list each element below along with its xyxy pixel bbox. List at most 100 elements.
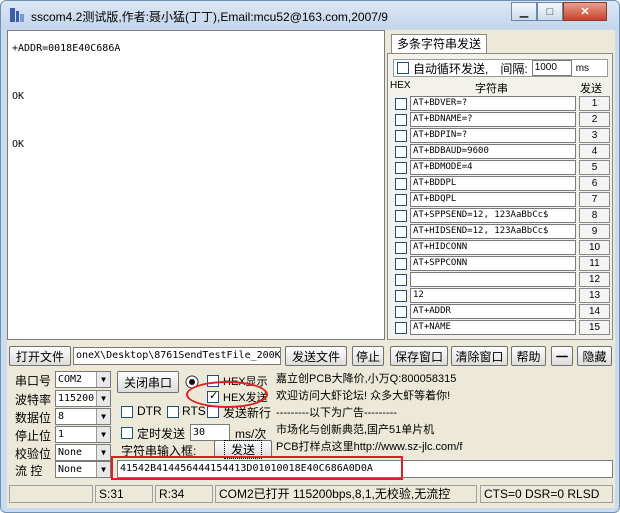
timed-send-checkbox[interactable] bbox=[121, 427, 133, 439]
title-bar[interactable]: sscom4.2测试版,作者:聂小猛(丁丁),Email:mcu52@163.c… bbox=[1, 1, 619, 29]
row-command-input[interactable]: AT+BDBAUD=9600 bbox=[410, 144, 576, 159]
multi-string-row: 12 bbox=[390, 272, 612, 288]
row-hex-checkbox[interactable] bbox=[395, 322, 407, 334]
row-hex-checkbox[interactable] bbox=[395, 274, 407, 286]
status-bar: S:31 R:34 COM2已打开 115200bps,8,1,无校验,无流控 … bbox=[7, 485, 615, 505]
row-send-button[interactable]: 12 bbox=[579, 272, 610, 287]
row-hex-checkbox[interactable] bbox=[395, 242, 407, 254]
data-bits-select[interactable]: 8 ▼ bbox=[55, 408, 111, 425]
send-file-button[interactable]: 发送文件 bbox=[285, 346, 347, 366]
parity-label: 校验位 bbox=[15, 447, 52, 461]
tab-multi-string[interactable]: 多条字符串发送 bbox=[391, 34, 488, 54]
promo-line[interactable]: 欢迎访问大虾论坛! 众多大虾等着你! bbox=[276, 388, 606, 405]
row-hex-checkbox[interactable] bbox=[395, 114, 407, 126]
row-hex-checkbox[interactable] bbox=[395, 146, 407, 158]
maximize-button[interactable]: □ bbox=[537, 2, 563, 21]
row-hex-checkbox[interactable] bbox=[395, 98, 407, 110]
row-command-input[interactable]: AT+SPPCONN bbox=[410, 256, 576, 271]
clear-window-button[interactable]: 清除窗口 bbox=[451, 346, 508, 366]
stop-bits-value: 1 bbox=[58, 429, 65, 440]
multi-string-row: AT+BDNAME=? 2 bbox=[390, 112, 612, 128]
help-button[interactable]: 帮助 bbox=[511, 346, 546, 366]
row-send-button[interactable]: 8 bbox=[579, 208, 610, 223]
port-select[interactable]: COM2 ▼ bbox=[55, 371, 111, 388]
row-hex-checkbox[interactable] bbox=[395, 306, 407, 318]
row-command-input[interactable]: AT+NAME bbox=[410, 320, 576, 335]
multi-string-row: AT+SPPSEND=12, 123AaBbCc$ 8 bbox=[390, 208, 612, 224]
parity-select[interactable]: None ▼ bbox=[55, 444, 111, 461]
row-send-button[interactable]: 3 bbox=[579, 128, 610, 143]
row-send-button[interactable]: 7 bbox=[579, 192, 610, 207]
close-port-button[interactable]: 关闭串口 bbox=[117, 371, 179, 393]
close-button[interactable]: ✕ bbox=[563, 2, 607, 21]
send-newline-checkbox[interactable] bbox=[207, 406, 219, 418]
hide-button[interactable]: 隐藏 bbox=[577, 346, 612, 366]
data-bits-value: 8 bbox=[58, 411, 65, 422]
row-hex-checkbox[interactable] bbox=[395, 258, 407, 270]
row-command-input[interactable]: AT+SPPSEND=12, 123AaBbCc$ bbox=[410, 208, 576, 223]
interval-input[interactable]: 1000 bbox=[531, 60, 572, 76]
row-hex-checkbox[interactable] bbox=[395, 130, 407, 142]
row-hex-checkbox[interactable] bbox=[395, 194, 407, 206]
row-hex-checkbox[interactable] bbox=[395, 226, 407, 238]
stop-button[interactable]: 停止 bbox=[352, 346, 384, 366]
row-send-button[interactable]: 9 bbox=[579, 224, 610, 239]
minimize-button[interactable]: ▁ bbox=[511, 2, 537, 21]
row-send-button[interactable]: 2 bbox=[579, 112, 610, 127]
row-hex-checkbox[interactable] bbox=[395, 210, 407, 222]
receive-line: +ADDR=0018E40C686A bbox=[12, 43, 121, 54]
promo-line[interactable]: 市场化与创新典范,国产51单片机 bbox=[276, 422, 606, 439]
row-command-input[interactable]: AT+BDVER=? bbox=[410, 96, 576, 111]
row-send-button[interactable]: 6 bbox=[579, 176, 610, 191]
collapse-button[interactable]: 一 bbox=[551, 346, 573, 366]
interval-label: 间隔: bbox=[500, 61, 528, 76]
col-string-header: 字符串 bbox=[475, 83, 508, 95]
row-send-button[interactable]: 14 bbox=[579, 304, 610, 319]
row-command-input[interactable]: AT+ADDR bbox=[410, 304, 576, 319]
row-send-button[interactable]: 5 bbox=[579, 160, 610, 175]
row-command-input[interactable]: AT+BDQPL bbox=[410, 192, 576, 207]
rts-checkbox[interactable] bbox=[167, 406, 179, 418]
multi-string-row: AT+BDMODE=4 5 bbox=[390, 160, 612, 176]
file-path-field[interactable]: oneX\Desktop\8761SendTestFile_200K bbox=[73, 347, 281, 365]
row-hex-checkbox[interactable] bbox=[395, 162, 407, 174]
promo-line[interactable]: 嘉立创PCB大降价,小万Q:800058315 bbox=[276, 371, 606, 388]
status-received-count[interactable]: R:34 bbox=[155, 485, 213, 503]
row-command-input[interactable]: AT+HIDCONN bbox=[410, 240, 576, 255]
flow-control-label: 流 控 bbox=[15, 464, 43, 478]
row-command-input[interactable] bbox=[410, 272, 576, 287]
multi-string-row: AT+BDVER=? 1 bbox=[390, 96, 612, 112]
chevron-down-icon: ▼ bbox=[96, 409, 110, 424]
status-blank bbox=[9, 485, 93, 503]
status-sent-count[interactable]: S:31 bbox=[95, 485, 153, 503]
save-window-button[interactable]: 保存窗口 bbox=[390, 346, 448, 366]
row-command-input[interactable]: AT+BDMODE=4 bbox=[410, 160, 576, 175]
dtr-checkbox[interactable] bbox=[121, 406, 133, 418]
receive-text-area[interactable]: +ADDR=0018E40C686A OK OK bbox=[7, 30, 385, 340]
stop-bits-select[interactable]: 1 ▼ bbox=[55, 426, 111, 443]
data-bits-label: 数据位 bbox=[15, 411, 52, 425]
row-command-input[interactable]: AT+BDNAME=? bbox=[410, 112, 576, 127]
row-send-button[interactable]: 10 bbox=[579, 240, 610, 255]
row-send-button[interactable]: 1 bbox=[579, 96, 610, 111]
window-title: sscom4.2测试版,作者:聂小猛(丁丁),Email:mcu52@163.c… bbox=[31, 10, 388, 24]
promo-line[interactable]: PCB打样点这里http://www.sz-jlc.com/f bbox=[276, 439, 606, 456]
auto-loop-checkbox[interactable] bbox=[397, 62, 409, 74]
baud-select[interactable]: 115200 ▼ bbox=[55, 390, 111, 407]
timed-interval-input[interactable]: 30 bbox=[190, 424, 230, 441]
row-hex-checkbox[interactable] bbox=[395, 290, 407, 302]
row-send-button[interactable]: 11 bbox=[579, 256, 610, 271]
dtr-label: DTR bbox=[137, 404, 162, 418]
row-send-button[interactable]: 4 bbox=[579, 144, 610, 159]
row-command-input[interactable]: AT+BDPIN=? bbox=[410, 128, 576, 143]
row-send-button[interactable]: 15 bbox=[579, 320, 610, 335]
row-command-input[interactable]: AT+BDDPL bbox=[410, 176, 576, 191]
row-command-input[interactable]: 12 bbox=[410, 288, 576, 303]
open-file-button[interactable]: 打开文件 bbox=[9, 346, 71, 366]
row-hex-checkbox[interactable] bbox=[395, 178, 407, 190]
col-hex-header: HEX bbox=[390, 80, 411, 91]
multi-string-row: AT+HIDCONN 10 bbox=[390, 240, 612, 256]
row-command-input[interactable]: AT+HIDSEND=12, 123AaBbCc$ bbox=[410, 224, 576, 239]
row-send-button[interactable]: 13 bbox=[579, 288, 610, 303]
flow-control-select[interactable]: None ▼ bbox=[55, 461, 111, 478]
